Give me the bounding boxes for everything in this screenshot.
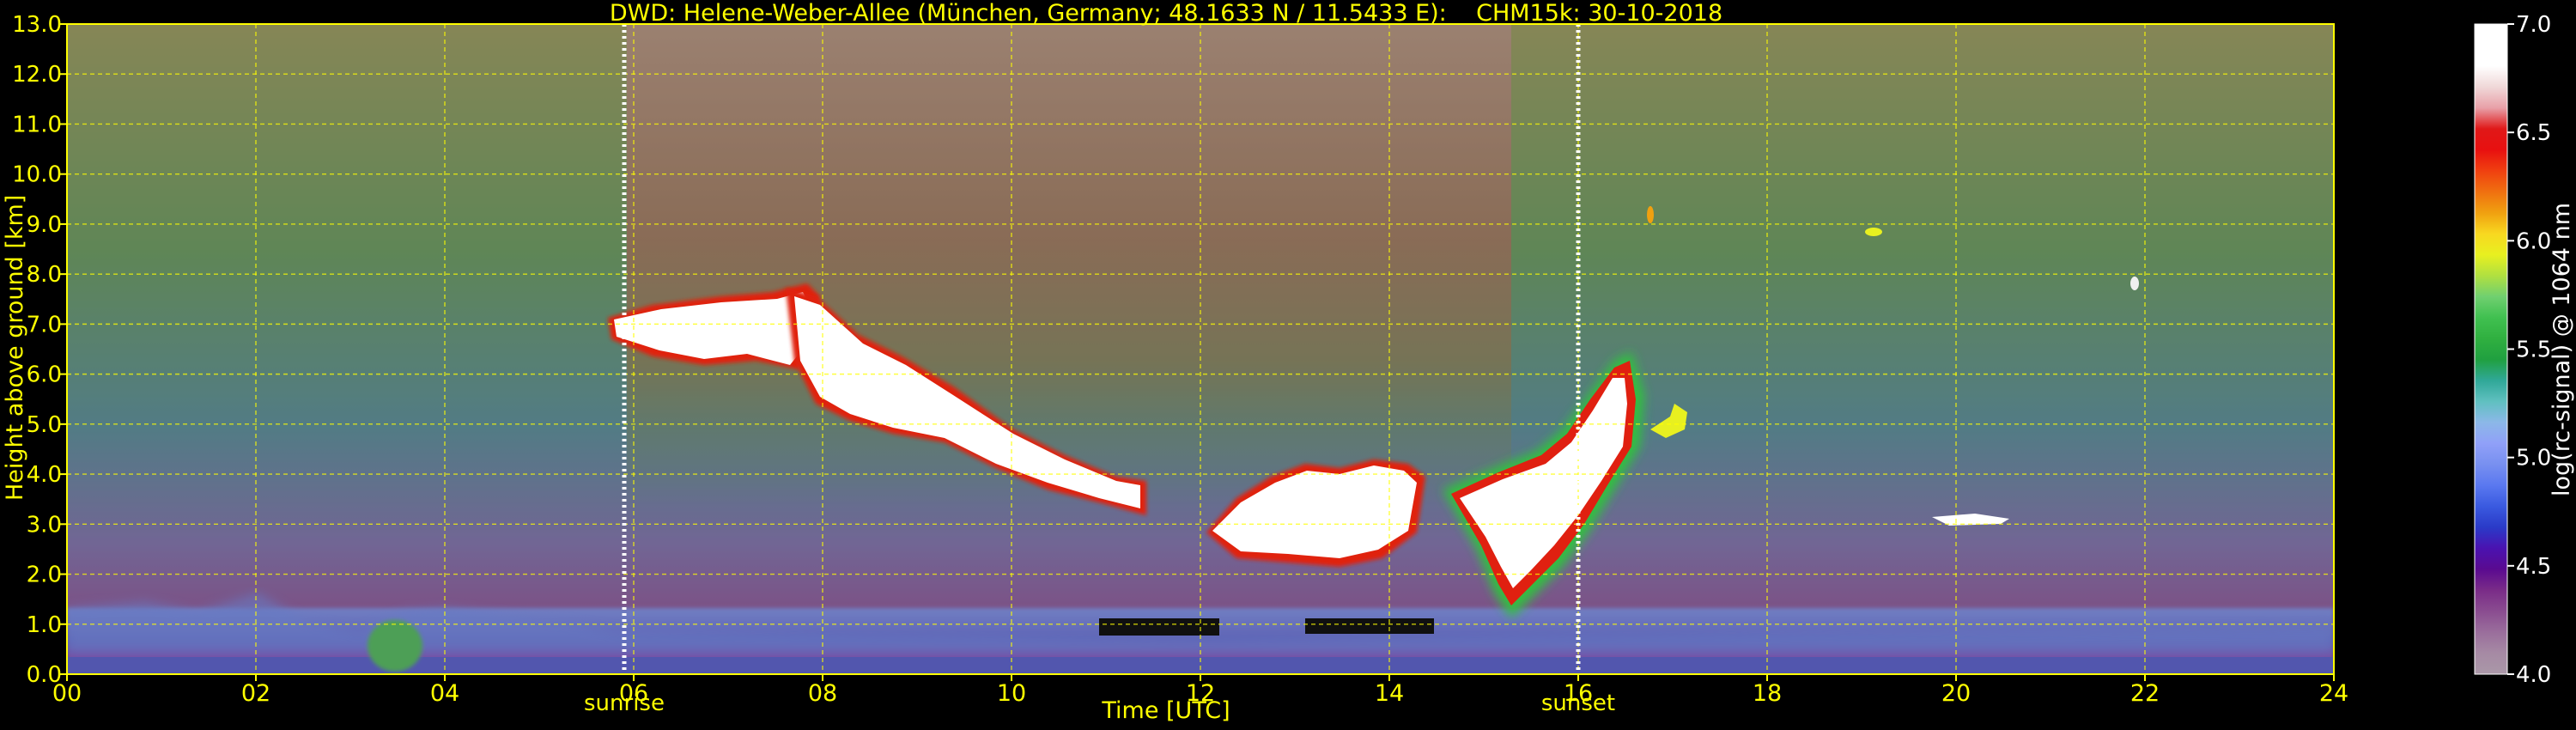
y-tick-label: 6.0 xyxy=(27,362,62,388)
sunrise-label: sunrise xyxy=(584,690,665,716)
colorbar-tick-label: 4.5 xyxy=(2516,554,2551,580)
y-tick-label: 9.0 xyxy=(27,212,62,238)
y-tick-label: 12.0 xyxy=(12,62,62,88)
y-tick-label: 0.0 xyxy=(27,662,62,688)
colorbar-tick-label: 6.5 xyxy=(2516,120,2551,146)
y-tick-label: 11.0 xyxy=(12,112,62,137)
colorbar-scale xyxy=(2475,24,2507,674)
y-tick-label: 1.0 xyxy=(27,612,62,638)
colorbar-tick-label: 4.0 xyxy=(2516,662,2551,688)
colorbar-label: log(rc-signal) @ 1064 nm xyxy=(2549,202,2575,496)
aerosol-band-1 xyxy=(1099,618,1219,636)
colorbar-tick-label: 5.0 xyxy=(2516,446,2551,471)
colorbar-ticks: 4.0 4.5 5.0 5.5 6.0 6.5 7.0 xyxy=(2507,12,2551,688)
sunset-label: sunset xyxy=(1540,690,1616,716)
ice-speck-2 xyxy=(1865,228,1882,236)
y-tick-label: 7.0 xyxy=(27,312,62,338)
aerosol-band-2 xyxy=(1305,618,1434,634)
y-tick-label: 2.0 xyxy=(27,563,62,588)
colorbar-tick-label: 6.0 xyxy=(2516,228,2551,254)
y-tick-label: 3.0 xyxy=(27,512,62,538)
x-axis-label: Time [UTC] xyxy=(1102,697,1230,724)
y-tick-label: 10.0 xyxy=(12,162,62,188)
y-tick-label: 5.0 xyxy=(27,412,62,438)
y-tick-label: 8.0 xyxy=(27,262,62,288)
lidar-backscatter-chart: 00 02 04 06 08 10 12 14 16 18 20 22 24 0.01.02.03.04… xyxy=(12,12,2551,707)
ice-speck-3 xyxy=(2130,277,2139,290)
y-axis-label: Height above ground [km] xyxy=(2,194,28,501)
colorbar: 4.0 4.5 5.0 5.5 6.0 6.5 7.0 xyxy=(2474,12,2551,688)
ice-speck-1 xyxy=(1647,206,1654,223)
colorbar-tick-label: 7.0 xyxy=(2516,12,2551,38)
y-tick-label: 4.0 xyxy=(27,462,62,488)
chart-title: DWD: Helene-Weber-Allee (München, German… xyxy=(609,0,1723,27)
colorbar-tick-label: 5.5 xyxy=(2516,338,2551,363)
